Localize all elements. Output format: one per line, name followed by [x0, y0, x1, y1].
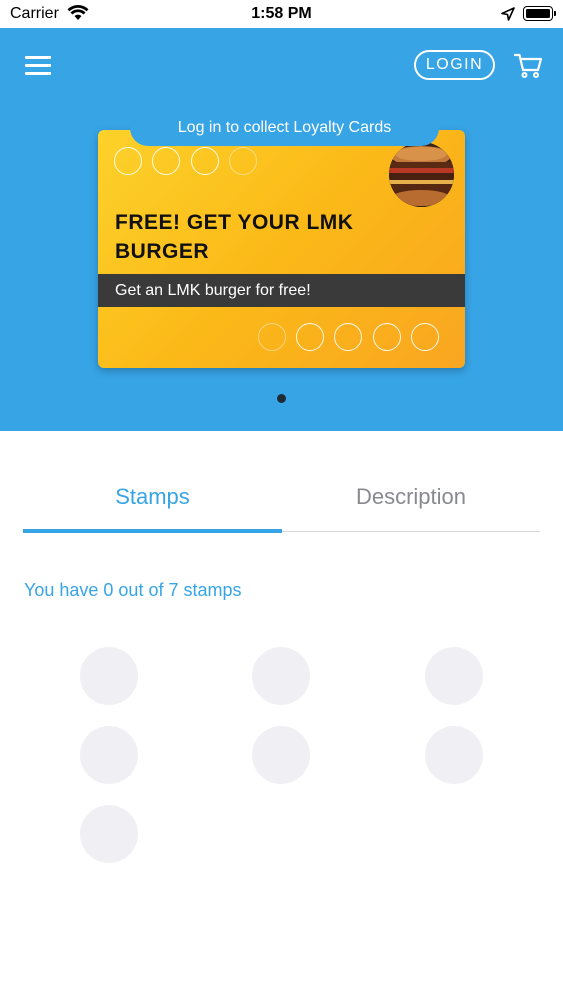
card-stamp-slot: [191, 147, 219, 175]
tab-description[interactable]: Description: [282, 484, 540, 514]
cart-icon[interactable]: [513, 50, 543, 80]
card-subtitle: Get an LMK burger for free!: [115, 282, 311, 299]
stamp-count-text: You have 0 out of 7 stamps: [24, 580, 242, 600]
card-title: FREE! GET YOUR LMK BURGER: [115, 211, 354, 263]
stamp-slot: [425, 726, 483, 784]
card-stamp-slot: [296, 323, 324, 351]
card-stamp-slot: [334, 323, 362, 351]
login-prompt-banner[interactable]: Log in to collect Loyalty Cards: [130, 110, 439, 146]
card-stamp-slot: [229, 147, 257, 175]
status-time: 1:58 PM: [251, 5, 312, 22]
stamp-slot: [252, 647, 310, 705]
location-arrow-icon: [501, 7, 515, 21]
stamp-slot: [252, 726, 310, 784]
status-bar: Carrier 1:58 PM: [0, 0, 563, 28]
stamp-slot: [425, 647, 483, 705]
stamp-slot: [80, 647, 138, 705]
active-tab-indicator: [23, 529, 282, 533]
card-stamp-slot: [114, 147, 142, 175]
stamp-slot: [80, 805, 138, 863]
card-stamp-slot: [258, 323, 286, 351]
tab-stamps[interactable]: Stamps: [23, 484, 282, 514]
carousel-page-indicator: [277, 394, 286, 403]
hamburger-menu-icon[interactable]: [25, 56, 51, 76]
card-stamp-slot: [411, 323, 439, 351]
card-stamp-slot: [373, 323, 401, 351]
card-subtitle-strip: Get an LMK burger for free!: [98, 274, 465, 307]
burger-image: [389, 142, 454, 207]
card-stamp-slot: [152, 147, 180, 175]
battery-icon: [523, 6, 556, 21]
stamp-slot: [80, 726, 138, 784]
loyalty-card[interactable]: FREE! GET YOUR LMK BURGER Get an LMK bur…: [98, 130, 465, 368]
login-button[interactable]: LOGIN: [414, 50, 495, 80]
